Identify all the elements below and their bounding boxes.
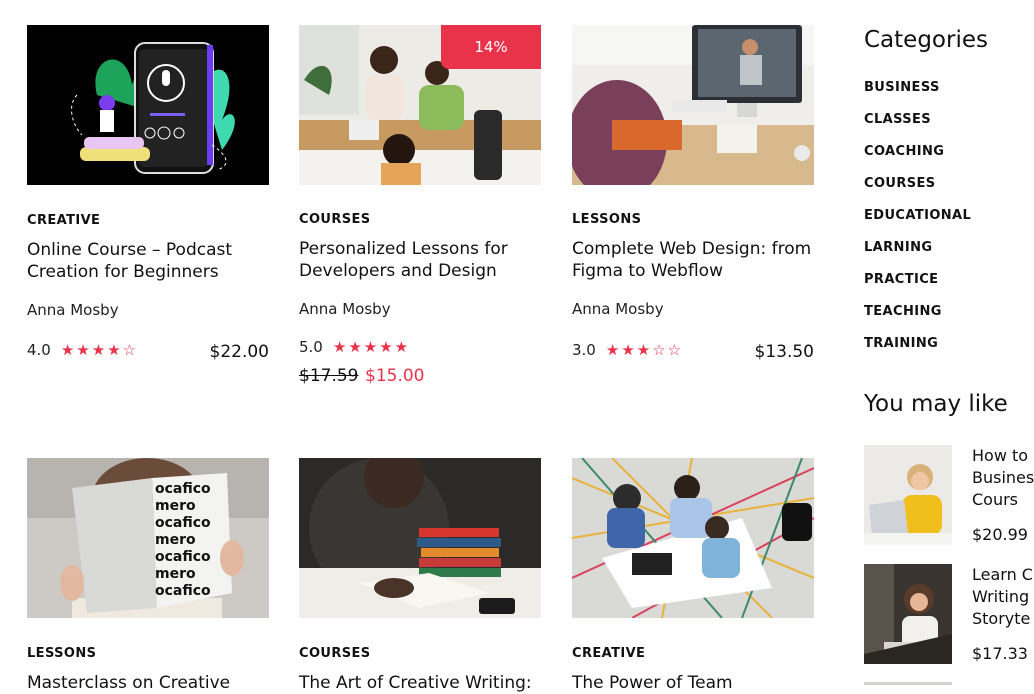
star-filled-icon: ★ xyxy=(76,340,90,359)
star-filled-icon: ★ xyxy=(636,340,651,359)
course-sale-price: $15.00 xyxy=(365,366,425,386)
course-title[interactable]: Complete Web Design: from Figma to Webfl… xyxy=(572,238,814,282)
course-card[interactable]: 14% COURSES Personalized Lessons for Dev… xyxy=(299,25,541,395)
discount-badge: 14% xyxy=(441,25,541,69)
course-price: $13.50 xyxy=(754,342,814,362)
course-author[interactable]: Anna Mosby xyxy=(572,300,664,318)
recommended-course-price: $20.99 xyxy=(972,525,1028,544)
course-card[interactable]: LESSONS Complete Web Design: from Figma … xyxy=(572,25,814,370)
star-filled-icon: ★ xyxy=(91,340,106,359)
recommended-course-image[interactable] xyxy=(864,445,952,545)
star-empty-icon: ☆ xyxy=(652,340,666,359)
star-filled-icon: ★ xyxy=(621,340,635,359)
course-category[interactable]: COURSES xyxy=(299,212,371,227)
rating-stars: ★ ★ ★ ☆ ☆ xyxy=(605,340,682,359)
category-link[interactable]: COACHING xyxy=(864,144,971,176)
category-list: BUSINESS CLASSES COACHING COURSES EDUCAT… xyxy=(864,80,971,368)
svg-text:ocafico: ocafico xyxy=(155,583,211,599)
category-link[interactable]: PRACTICE xyxy=(864,272,971,304)
course-category[interactable]: CREATIVE xyxy=(27,213,100,228)
svg-text:ocafico: ocafico xyxy=(155,549,211,565)
categories-heading: Categories xyxy=(864,27,988,53)
star-filled-icon: ★ xyxy=(348,337,362,356)
rating-stars: ★ ★ ★ ★ ★ xyxy=(332,337,409,356)
star-empty-icon: ☆ xyxy=(122,340,137,359)
category-link[interactable]: EDUCATIONAL xyxy=(864,208,971,240)
star-filled-icon: ★ xyxy=(379,337,393,356)
star-filled-icon: ★ xyxy=(394,337,409,356)
course-card[interactable]: COURSES The Art of Creative Writing: xyxy=(299,458,541,693)
course-title[interactable]: Masterclass on Creative xyxy=(27,672,269,694)
svg-text:ocafico: ocafico xyxy=(155,481,211,497)
rating-value: 4.0 xyxy=(27,341,51,359)
rating-stars: ★ ★ ★ ★ ☆ xyxy=(60,340,137,359)
course-rating: 3.0 ★ ★ ★ ☆ ☆ xyxy=(572,341,681,359)
star-filled-icon: ★ xyxy=(107,340,121,359)
course-category[interactable]: COURSES xyxy=(299,646,371,661)
course-rating: 5.0 ★ ★ ★ ★ ★ xyxy=(299,338,408,356)
course-image[interactable] xyxy=(572,25,814,185)
category-link[interactable]: CLASSES xyxy=(864,112,971,144)
star-filled-icon: ★ xyxy=(60,340,75,359)
course-category[interactable]: LESSONS xyxy=(572,212,641,227)
star-filled-icon: ★ xyxy=(605,340,620,359)
course-card[interactable]: ocafico mero ocafico mero ocafico mero o… xyxy=(27,458,269,693)
svg-text:mero: mero xyxy=(155,566,196,582)
category-link[interactable]: TEACHING xyxy=(864,304,971,336)
you-may-like-heading: You may like xyxy=(864,391,1008,417)
course-original-price: $17.59 xyxy=(299,366,359,386)
recommended-course[interactable]: How to Busines Cours $20.99 xyxy=(864,445,1034,550)
course-category[interactable]: CREATIVE xyxy=(572,646,645,661)
course-image[interactable]: ocafico mero ocafico mero ocafico mero o… xyxy=(27,458,269,618)
course-category[interactable]: LESSONS xyxy=(27,646,96,661)
rating-value: 3.0 xyxy=(572,341,596,359)
svg-text:ocafico: ocafico xyxy=(155,515,211,531)
star-empty-icon: ☆ xyxy=(667,340,682,359)
recommended-course[interactable]: Learn C Writing Storyte $17.33 xyxy=(864,564,1034,669)
recommended-course-image[interactable] xyxy=(864,564,952,664)
course-title[interactable]: The Power of Team xyxy=(572,672,814,694)
course-price: $22.00 xyxy=(209,342,269,362)
recommended-course-title[interactable]: Learn C Writing Storyte xyxy=(972,564,1033,630)
category-link[interactable]: LARNING xyxy=(864,240,971,272)
svg-text:mero: mero xyxy=(155,532,196,548)
rating-value: 5.0 xyxy=(299,338,323,356)
recommended-course-title[interactable]: How to Busines Cours xyxy=(972,445,1034,511)
category-link[interactable]: BUSINESS xyxy=(864,80,971,112)
svg-text:mero: mero xyxy=(155,498,196,514)
category-link[interactable]: COURSES xyxy=(864,176,971,208)
course-author[interactable]: Anna Mosby xyxy=(27,301,119,319)
course-title[interactable]: The Art of Creative Writing: xyxy=(299,672,541,694)
course-image[interactable] xyxy=(299,458,541,618)
course-card[interactable]: CREATIVE The Power of Team xyxy=(572,458,814,693)
course-title[interactable]: Online Course – Podcast Creation for Beg… xyxy=(27,239,269,283)
course-title[interactable]: Personalized Lessons for Developers and … xyxy=(299,238,541,282)
recommended-course-price: $17.33 xyxy=(972,644,1028,663)
category-link[interactable]: TRAINING xyxy=(864,336,971,368)
course-card[interactable]: CREATIVE Online Course – Podcast Creatio… xyxy=(27,25,269,370)
star-filled-icon: ★ xyxy=(363,337,378,356)
course-image[interactable] xyxy=(27,25,269,185)
course-author[interactable]: Anna Mosby xyxy=(299,300,391,318)
course-image[interactable]: 14% xyxy=(299,25,541,185)
course-rating: 4.0 ★ ★ ★ ★ ☆ xyxy=(27,341,136,359)
course-image[interactable] xyxy=(572,458,814,618)
star-filled-icon: ★ xyxy=(332,337,347,356)
